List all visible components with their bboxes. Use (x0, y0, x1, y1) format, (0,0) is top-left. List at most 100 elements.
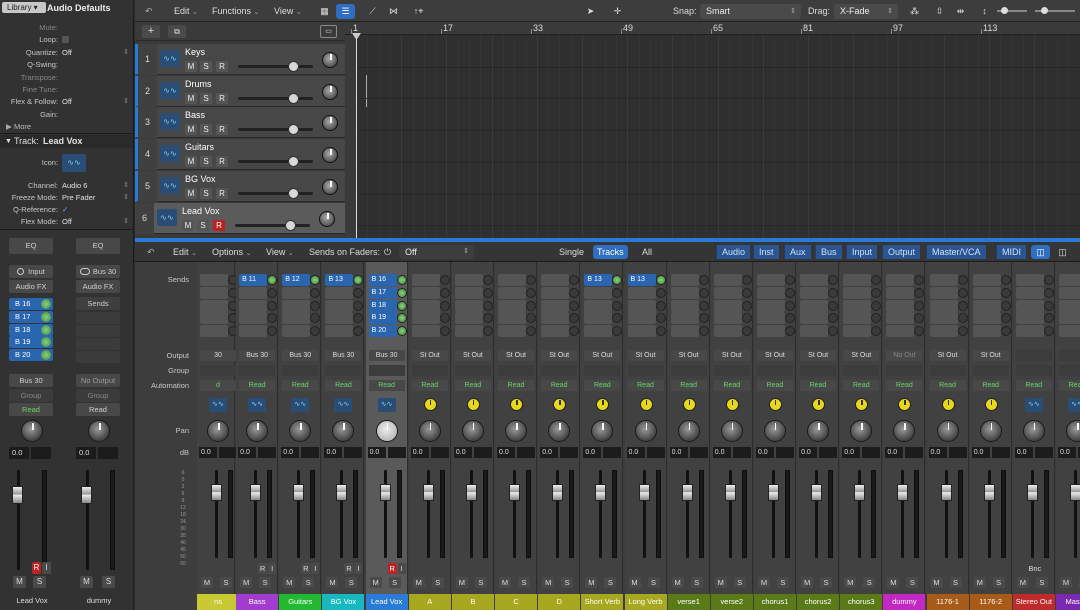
mute-button[interactable]: M (185, 92, 197, 104)
solo-button[interactable]: S (992, 577, 1005, 588)
send-slot[interactable] (541, 312, 570, 325)
drag-select[interactable]: X-Fade ⇕ (834, 4, 898, 19)
send-level-knob[interactable] (396, 326, 407, 337)
pan-knob[interactable] (332, 420, 355, 442)
group-slot[interactable] (368, 365, 405, 376)
solo-button[interactable]: S (474, 577, 487, 588)
output-button[interactable]: St Out (843, 350, 880, 361)
mixer-edit-menu[interactable]: Edit ⌄ (169, 245, 201, 259)
volume-fader[interactable] (1070, 484, 1080, 501)
volume-fader[interactable] (250, 484, 262, 501)
pan-knob[interactable] (850, 420, 873, 442)
waveform-icon[interactable]: ∿∿ (1068, 398, 1080, 412)
group-slot[interactable] (972, 365, 1009, 376)
send-slot[interactable] (1015, 286, 1044, 299)
pan-knob[interactable] (1022, 420, 1045, 442)
automation-mode[interactable]: Read (498, 380, 535, 391)
channel-name[interactable]: Short Verb (581, 594, 624, 610)
send-slot[interactable] (886, 299, 915, 312)
send-slot[interactable] (713, 286, 742, 299)
send-level-knob[interactable] (353, 326, 364, 337)
waveform-zoom-icon[interactable]: ⁂ (905, 4, 924, 19)
channel-strip[interactable]: B 16 B 17 B 18 B 19 B 20 Bus 30 Read ∿∿ 0.0 R I M S L… (365, 262, 408, 610)
send-slot[interactable] (454, 325, 483, 338)
send-slot[interactable] (541, 325, 570, 338)
send-level-knob[interactable] (396, 275, 407, 285)
record-enable-button[interactable]: R (301, 563, 311, 574)
functions-menu[interactable]: Functions ⌄ (212, 5, 259, 18)
global-tracks-icon[interactable]: ▭ (320, 25, 337, 38)
send-level-knob[interactable] (957, 287, 968, 298)
pan-knob[interactable] (207, 420, 229, 442)
send-slot[interactable]: B 12 (282, 274, 311, 286)
send-slot[interactable] (498, 274, 527, 286)
send-slot[interactable] (1015, 312, 1044, 325)
filter-bus[interactable]: Bus (815, 245, 842, 259)
edit-menu[interactable]: Edit ⌄ (174, 5, 198, 18)
aux-level-knob[interactable] (510, 398, 524, 411)
automation-mode[interactable]: Read (713, 380, 750, 391)
send-level-knob[interactable] (741, 326, 752, 337)
send-slot[interactable] (972, 274, 1001, 286)
vertical-zoom-icon[interactable]: ⇳ (930, 4, 949, 19)
automation-mode[interactable]: Read (9, 403, 53, 416)
waveform-icon[interactable]: ∿∿ (62, 154, 86, 172)
send-slot[interactable] (627, 286, 656, 299)
pan-knob[interactable] (246, 420, 269, 442)
aux-level-knob[interactable] (596, 398, 610, 411)
volume-fader[interactable] (854, 484, 866, 501)
send-level-knob[interactable] (569, 275, 580, 285)
waveform-icon[interactable]: ∿∿ (248, 398, 267, 412)
record-enable-button[interactable]: R (216, 124, 228, 136)
send-slot[interactable] (929, 312, 958, 325)
send-level-knob[interactable] (310, 275, 321, 285)
pan-knob[interactable] (979, 420, 1002, 442)
mute-button[interactable]: M (1016, 577, 1029, 588)
mute-button[interactable]: M (412, 577, 425, 588)
send-slot[interactable] (972, 299, 1001, 312)
pan-knob[interactable] (591, 420, 614, 442)
send-slot[interactable]: B 19 (368, 312, 397, 325)
audio-fx-slot[interactable]: Audio FX (9, 280, 53, 293)
send-level-knob[interactable] (353, 275, 364, 285)
record-enable-button[interactable]: R (216, 187, 228, 199)
group-slot[interactable] (411, 365, 448, 376)
send-slot[interactable] (200, 299, 228, 312)
solo-button[interactable]: S (604, 577, 617, 588)
send-slot[interactable] (756, 299, 785, 312)
solo-button[interactable]: S (200, 156, 212, 168)
send-slot[interactable] (843, 299, 872, 312)
inspector-row[interactable]: Q-Swing: (0, 59, 133, 70)
send-slot[interactable] (411, 299, 440, 312)
track-volume-slider[interactable] (238, 124, 313, 136)
group-slot[interactable] (1015, 365, 1052, 376)
send-level-knob[interactable] (353, 300, 364, 311)
channel-strip[interactable]: St Out Read 0.0 M S 1176-2 (969, 262, 1012, 610)
send-slot[interactable]: B 20 (368, 325, 397, 338)
send-slot[interactable] (1059, 325, 1080, 338)
aux-level-knob[interactable] (553, 398, 567, 411)
send-level-knob[interactable] (698, 313, 709, 324)
send-level-knob[interactable] (871, 300, 882, 311)
send-slot[interactable] (843, 274, 872, 286)
send-level-knob[interactable] (396, 313, 407, 324)
aux-level-knob[interactable] (466, 398, 480, 411)
send-level-knob[interactable] (1043, 326, 1054, 337)
send-slot[interactable] (325, 312, 354, 325)
inspector-row[interactable]: Gain: (0, 109, 133, 120)
channel-name[interactable]: Bass (236, 594, 279, 610)
solo-button[interactable]: S (776, 577, 789, 588)
send-level-knob[interactable] (741, 313, 752, 324)
track-inspector-row[interactable]: Icon: ∿∿ (0, 154, 133, 172)
solo-button[interactable]: S (200, 92, 212, 104)
audio-fx-slot-2[interactable]: Audio FX (76, 280, 120, 293)
send-level-knob[interactable] (396, 287, 407, 298)
track-volume-slider[interactable] (235, 219, 310, 231)
pan-knob[interactable] (1066, 420, 1080, 442)
mute-button[interactable]: M (542, 577, 555, 588)
send-level-knob[interactable] (439, 275, 450, 285)
channel-strip[interactable]: St Out Read 0.0 M Schorus3 (840, 262, 883, 610)
group-slot[interactable] (800, 365, 837, 376)
send-slot[interactable] (1059, 299, 1080, 312)
channel-name[interactable]: 1176-1 (926, 594, 969, 610)
